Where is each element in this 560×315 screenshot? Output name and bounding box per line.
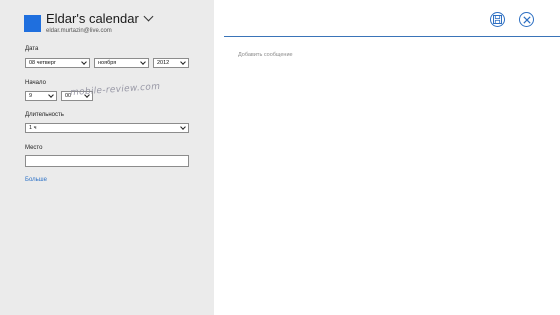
start-label: Начало: [25, 80, 46, 86]
title-underline[interactable]: [224, 36, 560, 37]
duration-label: Длительность: [25, 112, 64, 118]
day-select-value: 08 четверг: [29, 60, 56, 66]
save-icon: [493, 15, 502, 24]
location-input[interactable]: [25, 155, 189, 167]
message-pane: [214, 0, 560, 315]
message-input[interactable]: Добавить сообщение: [238, 52, 293, 58]
hour-select[interactable]: 9: [25, 91, 57, 101]
calendar-selector[interactable]: Eldar's calendar: [46, 11, 154, 26]
close-button[interactable]: [519, 12, 534, 27]
event-details-pane: Eldar's calendar eldar.murtazin@live.com…: [0, 0, 214, 315]
year-select-value: 2012: [157, 60, 170, 66]
chevron-down-icon: [180, 59, 186, 65]
month-select-value: ноября: [98, 60, 117, 66]
more-link[interactable]: Больше: [25, 177, 47, 183]
calendar-name: Eldar's calendar: [46, 11, 139, 26]
chevron-down-icon: [48, 92, 54, 98]
save-button[interactable]: [490, 12, 505, 27]
chevron-down-icon: [140, 59, 146, 65]
hour-select-value: 9: [29, 93, 33, 99]
chevron-down-icon: [180, 124, 186, 130]
year-select[interactable]: 2012: [153, 58, 189, 68]
duration-select-value: 1 ч: [29, 125, 37, 131]
date-label: Дата: [25, 46, 39, 52]
day-select[interactable]: 08 четверг: [25, 58, 90, 68]
month-select[interactable]: ноября: [94, 58, 149, 68]
chevron-down-icon: [81, 59, 87, 65]
close-icon: [522, 15, 531, 24]
chevron-down-icon: [143, 11, 154, 22]
account-email: eldar.murtazin@live.com: [46, 28, 112, 34]
location-label: Место: [25, 145, 43, 151]
duration-select[interactable]: 1 ч: [25, 123, 189, 133]
calendar-color-swatch: [24, 15, 41, 32]
